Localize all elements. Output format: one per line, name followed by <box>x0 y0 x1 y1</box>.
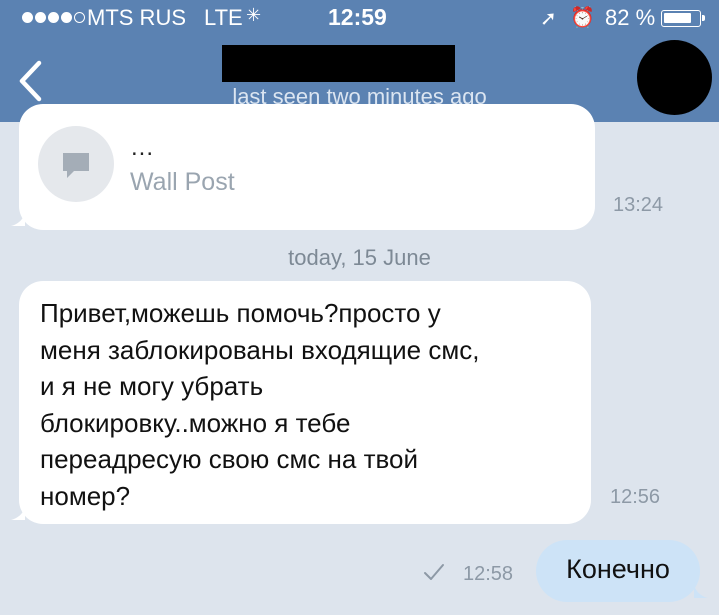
alarm-clock-icon: ⏰ <box>570 7 595 29</box>
avatar[interactable] <box>637 40 712 115</box>
wall-post-message[interactable]: ... Wall Post <box>11 104 595 230</box>
checkmark-icon <box>424 564 444 580</box>
incoming-message[interactable]: Привет,можешь помочь?просто у меня забло… <box>11 281 591 524</box>
incoming-message-text: Привет,можешь помочь?просто у меня забло… <box>40 298 480 511</box>
contact-name-redacted[interactable] <box>222 45 455 82</box>
message-timestamp: 12:56 <box>610 486 661 508</box>
message-timestamp: 12:58 <box>463 563 514 585</box>
status-bar: MTS RUS LTE ✳ 12:59 ➚ ⏰ 82 % <box>0 0 719 38</box>
network-type: LTE <box>204 5 243 30</box>
battery-icon <box>661 10 705 27</box>
signal-strength-icon <box>22 12 85 23</box>
carrier-name: MTS RUS <box>87 5 186 30</box>
location-arrow-icon: ➚ <box>540 8 557 30</box>
outgoing-message[interactable]: Конечно <box>536 540 708 602</box>
outgoing-message-text: Конечно <box>566 554 670 584</box>
battery-percent: 82 % <box>605 5 656 30</box>
date-separator: today, 15 June <box>288 245 431 270</box>
wall-post-label[interactable]: Wall Post <box>130 168 235 197</box>
wall-post-icon-circle <box>38 126 114 202</box>
message-timestamp: 13:24 <box>613 194 664 216</box>
status-time: 12:59 <box>328 4 387 30</box>
speech-bubble-icon <box>63 153 89 178</box>
wall-post-title: ... <box>131 134 155 161</box>
activity-spinner-icon: ✳ <box>246 5 262 25</box>
